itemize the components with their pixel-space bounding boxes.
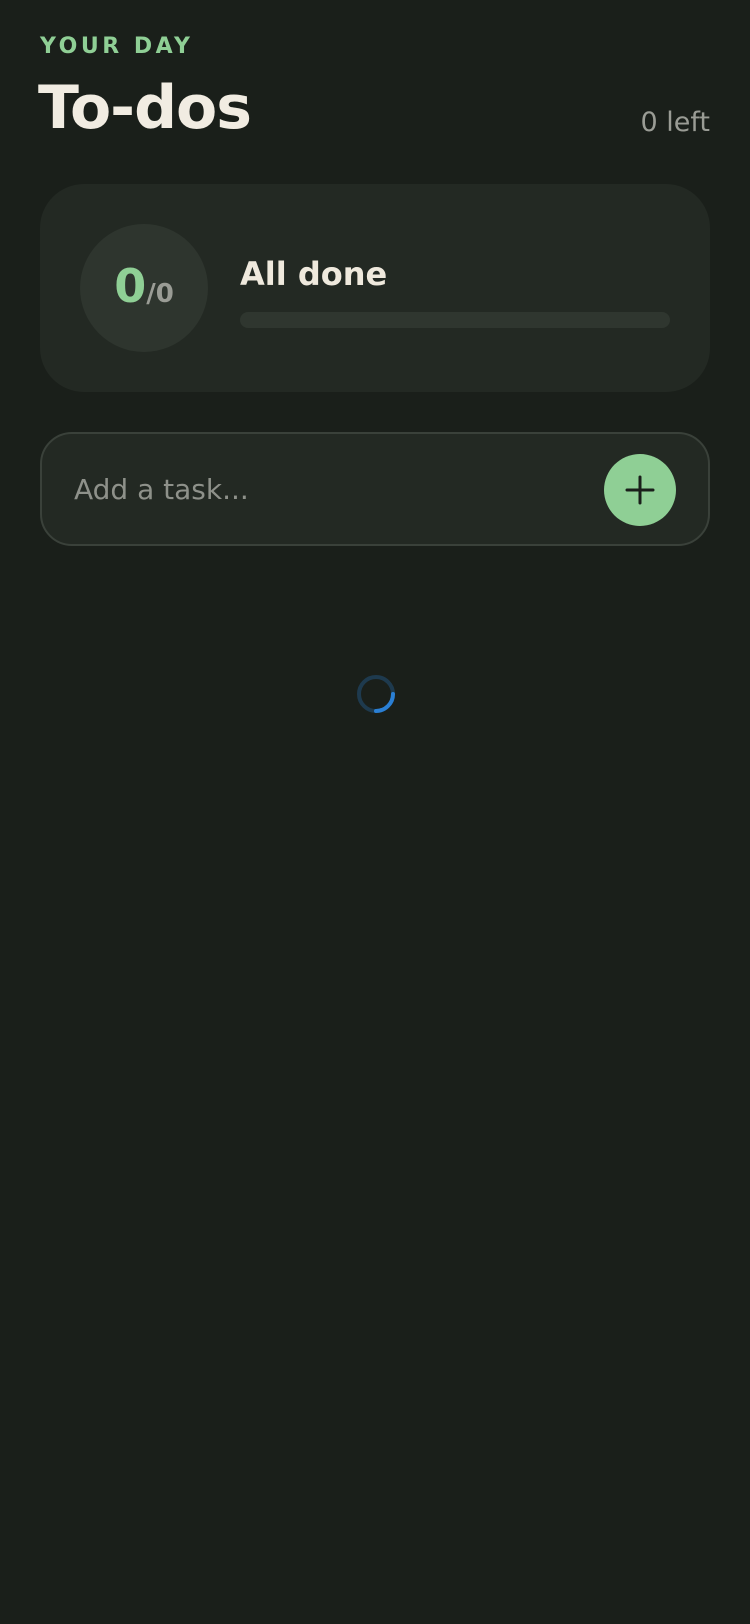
- page-title: To-dos: [38, 73, 252, 143]
- completed-count: 0: [114, 259, 147, 313]
- plus-icon: [625, 475, 655, 505]
- progress-bar: [240, 312, 670, 328]
- status-label: All done: [240, 255, 388, 293]
- add-task-input[interactable]: [74, 462, 594, 516]
- completion-counter: 0 /0: [80, 224, 208, 352]
- add-task-form: [40, 432, 710, 546]
- remaining-count: 0 left: [640, 107, 711, 138]
- loading-spinner-icon: [357, 675, 395, 713]
- eyebrow-label: YOUR DAY: [40, 34, 194, 59]
- add-task-button[interactable]: [604, 454, 676, 526]
- summary-card: 0 /0 All done: [40, 184, 710, 392]
- total-count: /0: [146, 279, 174, 309]
